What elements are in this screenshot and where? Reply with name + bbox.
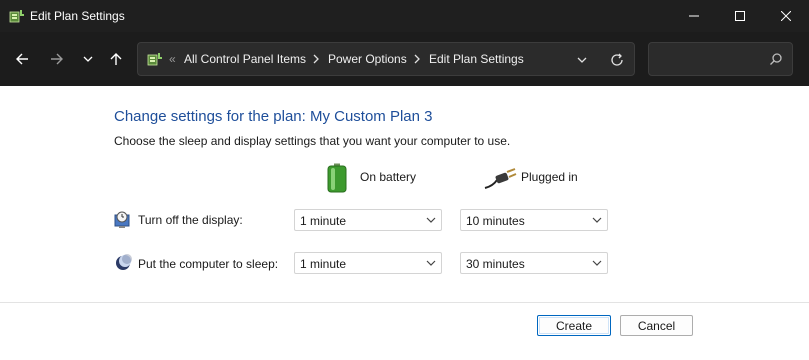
chevron-down-icon — [592, 260, 602, 266]
back-button[interactable] — [9, 46, 35, 72]
chevron-down-icon — [426, 217, 436, 223]
breadcrumb-item-edit-plan-settings[interactable]: Edit Plan Settings — [429, 52, 524, 66]
power-options-icon — [9, 8, 25, 24]
minimize-button[interactable] — [671, 0, 717, 32]
close-button[interactable] — [763, 0, 809, 32]
page-title: Change settings for the plan: My Custom … — [114, 108, 433, 125]
on-battery-header: On battery — [360, 170, 417, 184]
arrow-left-icon — [16, 53, 28, 65]
chevron-right-icon[interactable] — [312, 53, 320, 65]
address-history-dropdown[interactable] — [574, 52, 590, 68]
navigation-bar: « All Control Panel Items Power Options … — [0, 32, 809, 86]
selected-value: 1 minute — [300, 257, 347, 271]
power-options-icon — [147, 51, 163, 67]
address-bar[interactable]: « All Control Panel Items Power Options … — [137, 42, 635, 76]
sleep-plugged-select[interactable]: 30 minutes — [460, 252, 608, 274]
arrow-up-icon — [110, 53, 122, 65]
selected-value: 1 minute — [300, 214, 347, 228]
plugged-in-header: Plugged in — [521, 170, 578, 184]
divider — [0, 302, 809, 303]
chevron-down-icon — [577, 57, 587, 63]
chevron-down-icon — [592, 217, 602, 223]
power-plug-icon — [483, 168, 517, 190]
content-pane: Change settings for the plan: My Custom … — [0, 86, 809, 360]
search-icon[interactable] — [769, 52, 783, 66]
selected-value: 30 minutes — [466, 257, 525, 271]
cancel-button[interactable]: Cancel — [620, 315, 693, 336]
page-description: Choose the sleep and display settings th… — [114, 134, 511, 148]
up-button[interactable] — [103, 46, 129, 72]
display-off-battery-select[interactable]: 1 minute — [294, 209, 442, 231]
chevron-right-icon[interactable] — [413, 53, 421, 65]
window-title: Edit Plan Settings — [30, 9, 125, 23]
recent-locations-button[interactable] — [75, 46, 101, 72]
sleep-moon-icon — [114, 254, 132, 272]
display-timer-icon — [114, 211, 132, 229]
turn-off-display-label: Turn off the display: — [138, 213, 243, 227]
breadcrumb-item-power-options[interactable]: Power Options — [328, 52, 407, 66]
create-button[interactable]: Create — [537, 315, 611, 336]
refresh-button[interactable] — [609, 52, 625, 68]
display-off-plugged-select[interactable]: 10 minutes — [460, 209, 608, 231]
battery-icon — [327, 163, 347, 193]
forward-button[interactable] — [44, 46, 70, 72]
title-bar: Edit Plan Settings — [0, 0, 809, 32]
breadcrumb-overflow[interactable]: « — [169, 52, 176, 66]
arrow-right-icon — [51, 53, 63, 65]
selected-value: 10 minutes — [466, 214, 525, 228]
sleep-label: Put the computer to sleep: — [138, 257, 279, 271]
sleep-battery-select[interactable]: 1 minute — [294, 252, 442, 274]
maximize-button[interactable] — [717, 0, 763, 32]
search-input[interactable] — [655, 49, 763, 69]
refresh-icon — [611, 53, 623, 66]
chevron-down-icon — [83, 56, 93, 62]
chevron-down-icon — [426, 260, 436, 266]
search-box[interactable] — [648, 42, 793, 76]
breadcrumb-item-control-panel[interactable]: All Control Panel Items — [184, 52, 306, 66]
